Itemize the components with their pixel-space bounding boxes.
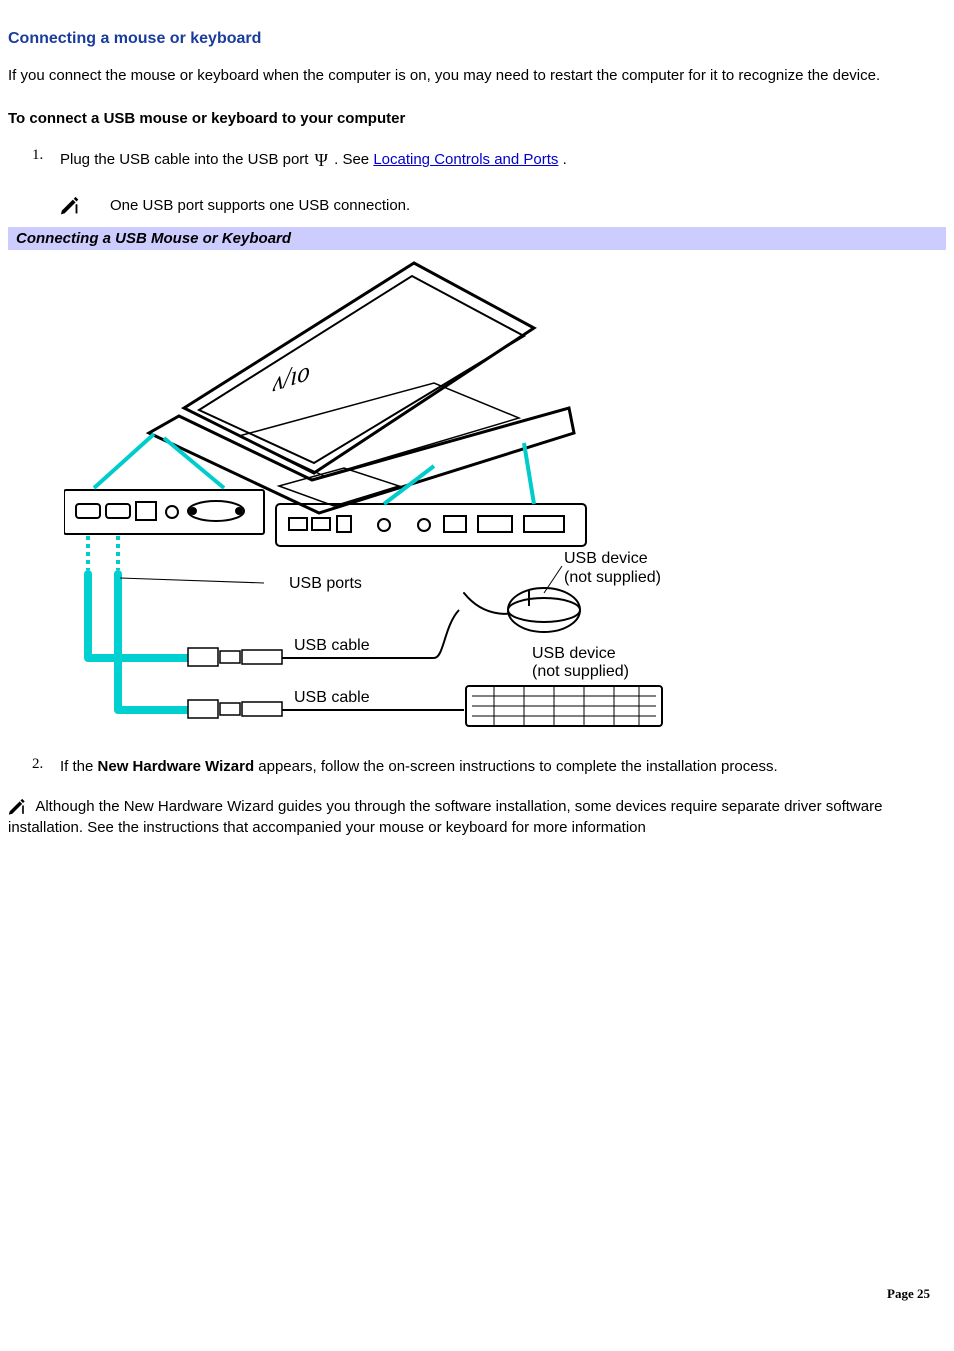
usb-trident-icon: Ψ — [315, 147, 328, 174]
step-1-text-c: . — [563, 151, 567, 168]
post-note-text: Although the New Hardware Wizard guides … — [8, 798, 882, 836]
figure-title-bar: Connecting a USB Mouse or Keyboard — [8, 227, 946, 250]
step-2: If the New Hardware Wizard appears, foll… — [60, 756, 946, 779]
note-row-1: One USB port supports one USB connection… — [8, 196, 946, 214]
fig-label-usb-device-1b: (not supplied) — [564, 569, 661, 586]
fig-label-usb-device-1a: USB device — [564, 550, 648, 567]
section-title: Connecting a mouse or keyboard — [8, 30, 946, 48]
sub-heading: To connect a USB mouse or keyboard to yo… — [8, 110, 946, 127]
intro-paragraph: If you connect the mouse or keyboard whe… — [8, 66, 946, 86]
step-2-text-a: If the — [60, 758, 98, 775]
fig-label-usb-cable-2: USB cable — [294, 689, 370, 706]
figure-diagram: ʌ/ıo — [64, 258, 946, 738]
pencil-note-icon — [60, 196, 82, 214]
locating-controls-link[interactable]: Locating Controls and Ports — [373, 151, 558, 168]
fig-label-usb-device-2b: (not supplied) — [532, 663, 629, 680]
fig-label-usb-cable-1: USB cable — [294, 637, 370, 654]
step-2-text-b: appears, follow the on-screen instructio… — [258, 758, 777, 775]
step-1: Plug the USB cable into the USB port Ψ .… — [60, 147, 946, 174]
post-note: Although the New Hardware Wizard guides … — [8, 796, 946, 838]
step-1-text-a: Plug the USB cable into the USB port — [60, 151, 313, 168]
fig-label-usb-device-2a: USB device — [532, 645, 616, 662]
pencil-note-icon — [8, 798, 28, 815]
page-number: Page 25 — [0, 1280, 954, 1316]
note-1-text: One USB port supports one USB connection… — [110, 197, 410, 214]
step-1-text-b: . See — [334, 151, 373, 168]
fig-label-usb-ports: USB ports — [289, 575, 362, 592]
step-2-bold: New Hardware Wizard — [98, 758, 255, 775]
